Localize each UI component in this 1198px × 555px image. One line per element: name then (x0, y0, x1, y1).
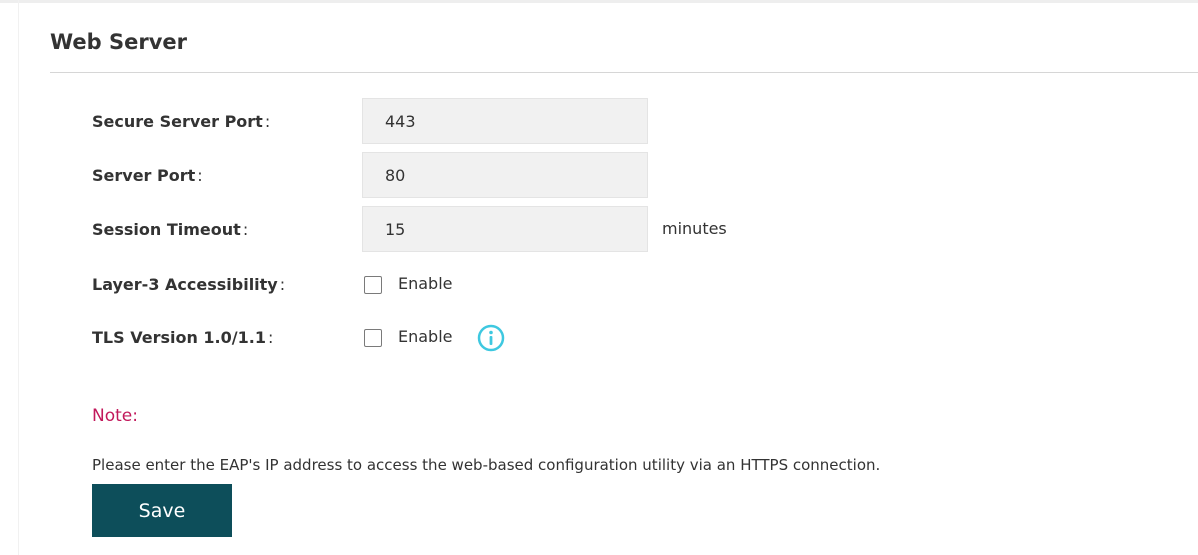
server-port-row: Server Port: (92, 152, 892, 198)
server-port-label: Server Port: (92, 166, 203, 185)
tls-version-checkbox[interactable] (364, 329, 382, 347)
label-colon: : (279, 275, 286, 294)
secure-server-port-row: Secure Server Port: (92, 98, 892, 144)
session-timeout-unit: minutes (662, 219, 727, 238)
layer3-accessibility-checkbox[interactable] (364, 276, 382, 294)
session-timeout-label-text: Session Timeout (92, 220, 241, 239)
server-port-input[interactable] (362, 152, 648, 198)
session-timeout-label: Session Timeout: (92, 220, 248, 239)
layer3-accessibility-label-text: Layer-3 Accessibility (92, 275, 278, 294)
session-timeout-input[interactable] (362, 206, 648, 252)
secure-server-port-label-text: Secure Server Port (92, 112, 263, 131)
note-text: Please enter the EAP's IP address to acc… (92, 456, 881, 474)
secure-server-port-input[interactable] (362, 98, 648, 144)
section-title: Web Server (50, 30, 188, 54)
tls-version-row: TLS Version 1.0/1.1: Enable (92, 323, 892, 369)
secure-server-port-label: Secure Server Port: (92, 112, 270, 131)
tls-version-enable-label[interactable]: Enable (398, 327, 453, 346)
label-colon: : (197, 166, 203, 185)
section-divider (50, 72, 1198, 73)
page-top-border (0, 0, 1198, 3)
label-colon: : (242, 220, 249, 239)
layer3-accessibility-label: Layer-3 Accessibility: (92, 275, 285, 294)
page-left-border (18, 0, 19, 555)
session-timeout-row: Session Timeout: minutes (92, 206, 892, 252)
save-button[interactable]: Save (92, 484, 232, 537)
label-colon: : (267, 328, 274, 347)
layer3-accessibility-enable-label[interactable]: Enable (398, 274, 453, 293)
note-title: Note: (92, 406, 138, 426)
info-icon[interactable] (476, 323, 506, 353)
server-port-label-text: Server Port (92, 166, 196, 185)
layer3-accessibility-row: Layer-3 Accessibility: Enable (92, 270, 892, 316)
tls-version-label-text: TLS Version 1.0/1.1 (92, 328, 266, 347)
tls-version-label: TLS Version 1.0/1.1: (92, 328, 273, 347)
label-colon: : (264, 112, 271, 131)
